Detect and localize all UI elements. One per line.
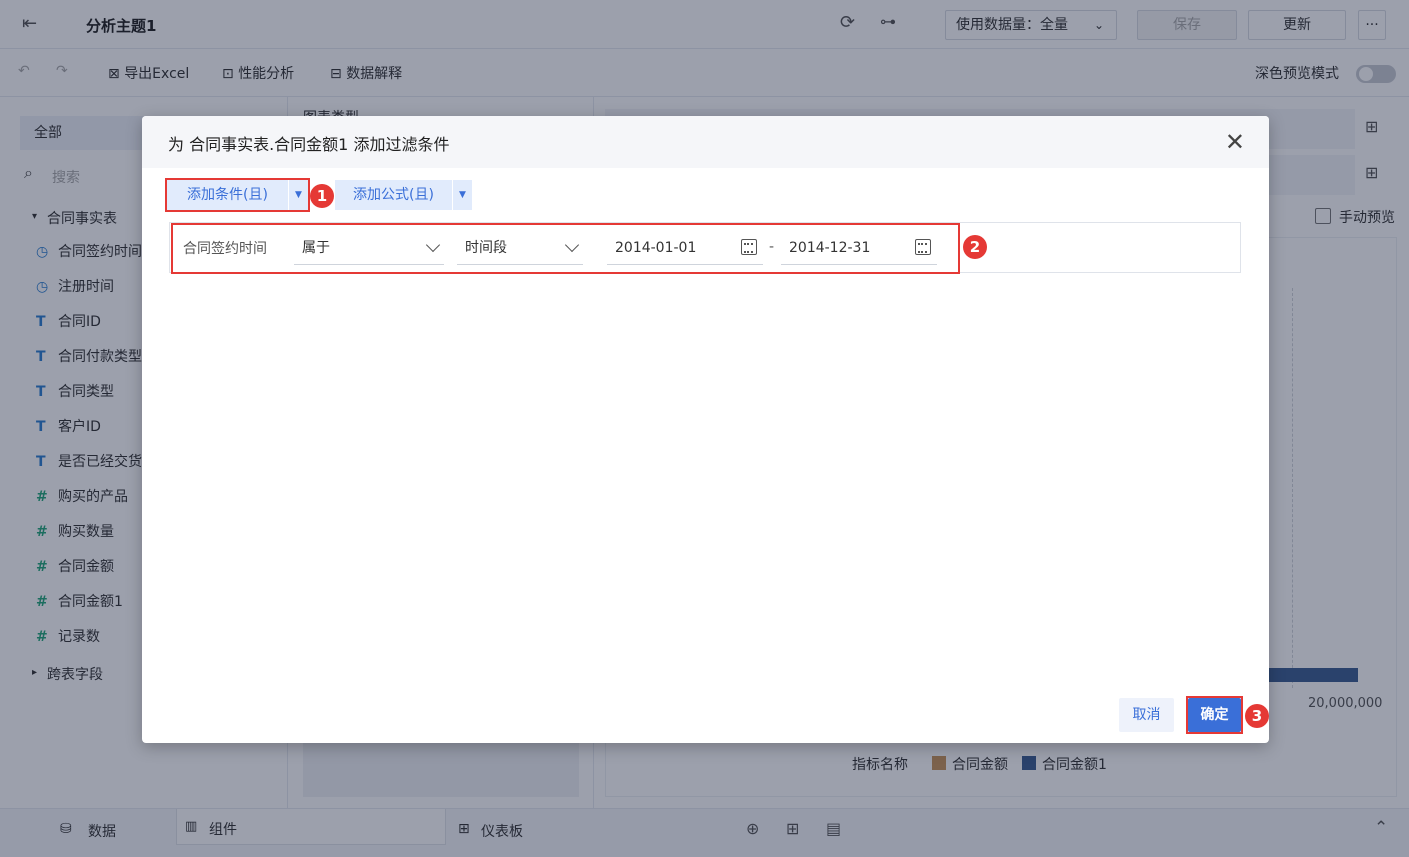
add-formula-button[interactable]: 添加公式(且) ▼: [335, 180, 472, 210]
highlight-box-2: [171, 223, 960, 274]
add-formula-label: 添加公式(且): [353, 187, 434, 203]
dialog-title: 为 合同事实表.合同金额1 添加过滤条件: [168, 135, 450, 154]
filter-dialog: 为 合同事实表.合同金额1 添加过滤条件 ✕ 添加条件(且) ▼ 1 添加公式(…: [142, 116, 1269, 743]
step-badge-1: 1: [310, 184, 334, 208]
close-icon[interactable]: ✕: [1225, 128, 1245, 156]
highlight-box-3: [1186, 696, 1243, 734]
step-badge-3: 3: [1245, 704, 1269, 728]
dialog-header: 为 合同事实表.合同金额1 添加过滤条件 ✕: [142, 116, 1269, 168]
highlight-box-1: [165, 178, 310, 212]
step-badge-2: 2: [963, 235, 987, 259]
caret-down-icon[interactable]: ▼: [452, 180, 472, 210]
cancel-button[interactable]: 取消: [1119, 698, 1174, 732]
